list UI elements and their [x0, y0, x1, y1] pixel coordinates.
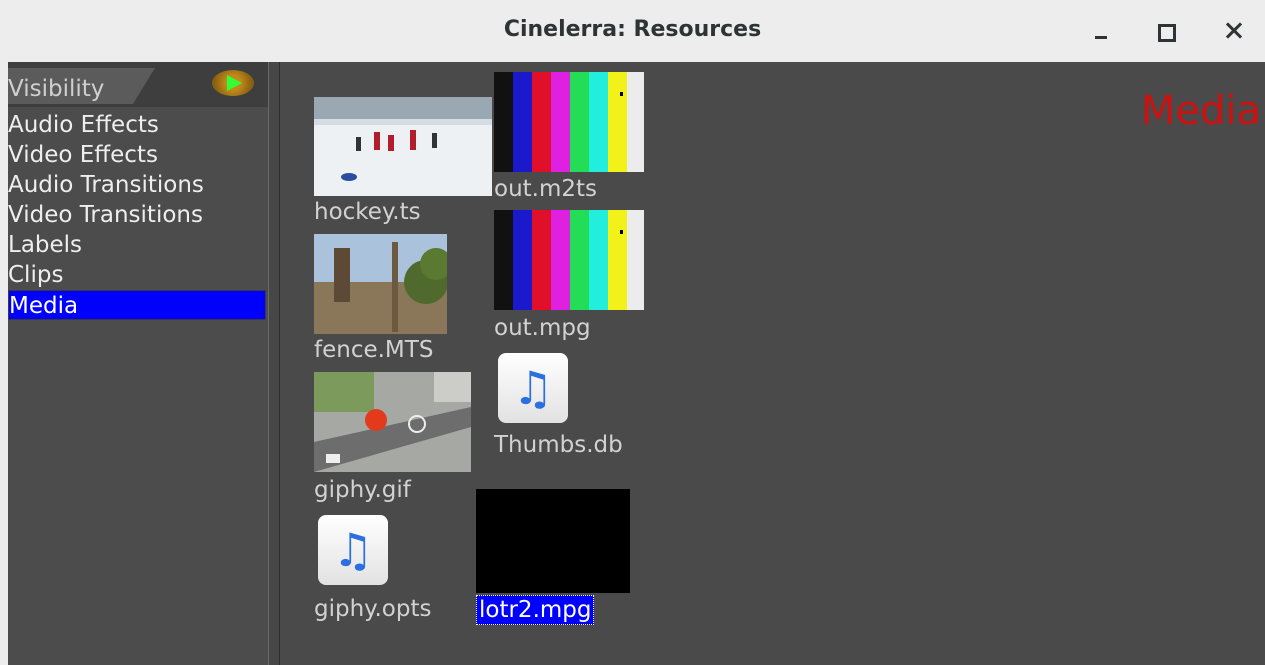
asset-name: fence.MTS — [314, 337, 434, 363]
title-bar: Cinelerra: Resources — [0, 0, 1265, 62]
folder-media[interactable]: Media — [8, 290, 266, 320]
folder-audio-effects[interactable]: Audio Effects — [8, 110, 266, 140]
folder-video-effects[interactable]: Video Effects — [8, 140, 266, 170]
asset-name: out.m2ts — [494, 176, 598, 202]
folder-audio-transitions[interactable]: Audio Transitions — [8, 170, 266, 200]
minimize-button[interactable] — [1085, 14, 1119, 48]
video-thumbnail — [476, 489, 630, 593]
maximize-button[interactable] — [1148, 14, 1182, 48]
folder-labels[interactable]: Labels — [8, 230, 266, 260]
video-thumbnail — [314, 97, 492, 196]
video-thumbnail — [494, 210, 644, 310]
visibility-tab[interactable]: Visibility — [8, 68, 155, 104]
folder-clips[interactable]: Clips — [8, 260, 266, 290]
window-title: Cinelerra: Resources — [503, 17, 762, 42]
music-file-icon: ♫ — [498, 353, 568, 423]
asset-name: giphy.gif — [314, 477, 411, 503]
asset-name-selected: lotr2.mpg — [476, 595, 595, 625]
video-thumbnail — [494, 72, 644, 172]
music-file-icon: ♫ — [318, 515, 388, 585]
folder-video-transitions[interactable]: Video Transitions — [8, 200, 266, 230]
resources-window: Visibility Audio Effects Video Effects A… — [8, 62, 1265, 665]
folder-list: Audio Effects Video Effects Audio Transi… — [8, 107, 268, 665]
asset-name: out.mpg — [494, 315, 591, 341]
video-thumbnail — [314, 234, 447, 334]
media-area[interactable]: Media hockey.ts out.m2ts fence.MTS out.m… — [280, 62, 1265, 665]
video-thumbnail — [314, 372, 471, 472]
folder-sidebar: Visibility Audio Effects Video Effects A… — [8, 62, 268, 665]
asset-name: hockey.ts — [314, 199, 421, 225]
media-heading: Media — [1140, 88, 1261, 134]
close-button[interactable] — [1218, 14, 1252, 48]
pane-divider[interactable] — [268, 62, 280, 665]
play-icon[interactable] — [212, 70, 254, 96]
visibility-label: Visibility — [8, 76, 105, 102]
asset-name: giphy.opts — [314, 596, 432, 622]
asset-name: Thumbs.db — [494, 432, 623, 458]
